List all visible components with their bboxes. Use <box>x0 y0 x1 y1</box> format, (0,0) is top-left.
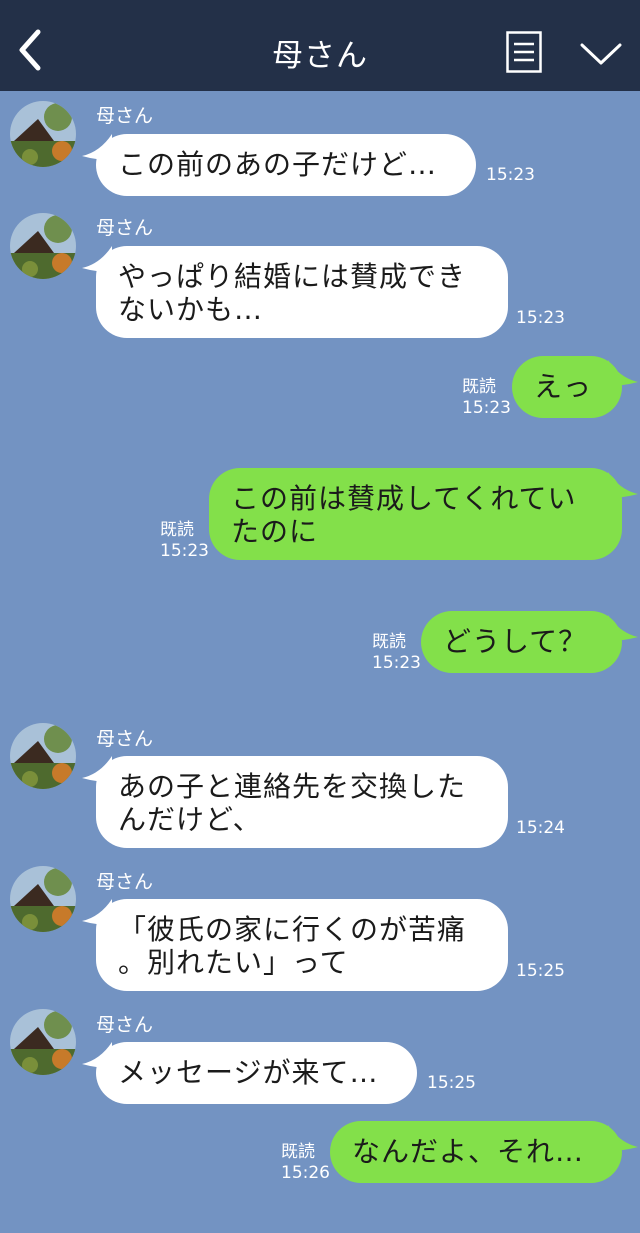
message-line: んだけど、 <box>118 803 262 836</box>
read-receipt: 既読 <box>160 520 194 540</box>
avatar[interactable] <box>10 101 76 167</box>
read-receipt: 既読 <box>372 632 406 652</box>
message-meta: 既読 15:26 <box>281 1142 330 1184</box>
message-time: 15:24 <box>516 818 565 838</box>
sender-name: 母さん <box>96 217 154 239</box>
chat-title: 母さん <box>272 38 368 74</box>
message-line: どうして？ <box>443 625 588 658</box>
menu-icon[interactable] <box>506 31 542 73</box>
message-line: たのに <box>231 515 319 548</box>
read-receipt: 既読 <box>462 377 496 397</box>
message-time: 15:25 <box>516 961 565 981</box>
sender-name: 母さん <box>96 105 154 127</box>
chat-header: 母さん <box>0 0 640 91</box>
message-line: 「彼氏の家に行くのが苦痛 <box>118 913 467 946</box>
message-meta: 既読 15:23 <box>372 632 421 674</box>
avatar[interactable] <box>10 723 76 789</box>
message-line: えっ <box>534 370 593 403</box>
message-line: やっぱり結婚には賛成でき <box>118 260 467 293</box>
message-bubble[interactable]: メッセージが来て… <box>96 1042 417 1104</box>
read-receipt: 既読 <box>281 1142 315 1162</box>
message-line: この前のあの子だけど… <box>118 148 438 181</box>
message-bubble[interactable]: なんだよ、それ… <box>330 1121 622 1183</box>
avatar[interactable] <box>10 866 76 932</box>
message-line: あの子と連絡先を交換した <box>118 770 467 803</box>
message-line: メッセージが来て… <box>118 1056 379 1089</box>
message-line: なんだよ、それ… <box>352 1135 585 1168</box>
message-time: 15:25 <box>427 1073 476 1093</box>
message-time: 15:23 <box>486 165 535 185</box>
message-bubble[interactable]: この前は賛成してくれてい たのに <box>209 468 622 560</box>
avatar[interactable] <box>10 213 76 279</box>
message-time: 15:26 <box>281 1163 330 1183</box>
sender-name: 母さん <box>96 871 154 893</box>
message-line: 。別れたい」って <box>118 946 349 979</box>
message-bubble[interactable]: あの子と連絡先を交換した んだけど、 <box>96 756 508 848</box>
message-time: 15:23 <box>160 541 209 561</box>
message-meta: 既読 15:23 <box>160 520 209 562</box>
message-bubble[interactable]: この前のあの子だけど… <box>96 134 476 196</box>
message-time: 15:23 <box>462 398 511 418</box>
sender-name: 母さん <box>96 1014 154 1036</box>
message-bubble[interactable]: やっぱり結婚には賛成でき ないかも… <box>96 246 508 338</box>
message-bubble[interactable]: えっ <box>512 356 622 418</box>
message-time: 15:23 <box>516 308 565 328</box>
message-bubble[interactable]: 「彼氏の家に行くのが苦痛 。別れたい」って <box>96 899 508 991</box>
sender-name: 母さん <box>96 728 154 750</box>
message-meta: 既読 15:23 <box>462 377 511 419</box>
message-line: この前は賛成してくれてい <box>231 482 577 515</box>
message-bubble[interactable]: どうして？ <box>421 611 622 673</box>
message-time: 15:23 <box>372 653 421 673</box>
chevron-down-icon[interactable] <box>580 42 622 66</box>
avatar[interactable] <box>10 1009 76 1075</box>
message-line: ないかも… <box>118 293 264 326</box>
